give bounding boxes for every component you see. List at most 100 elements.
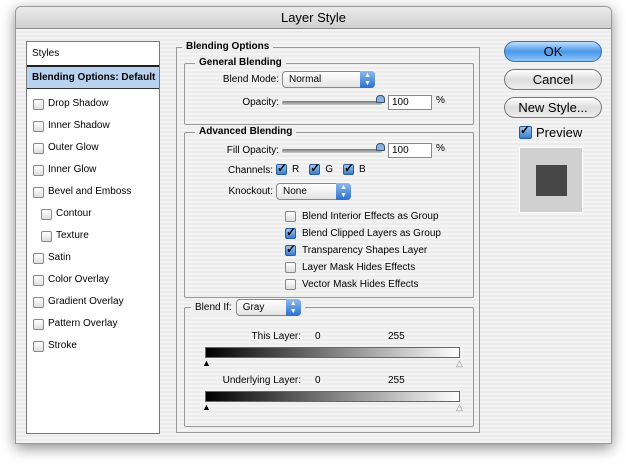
opacity-input[interactable]: 100 (388, 95, 432, 110)
title-bar: Layer Style (16, 7, 611, 29)
channel-checkbox[interactable]: G (309, 161, 334, 175)
sidebar-item[interactable]: Pattern Overlay (27, 313, 159, 335)
this-layer-min: 0 (315, 331, 321, 342)
preview-swatch (519, 147, 583, 213)
advanced-blending-title: Advanced Blending (195, 126, 297, 137)
sidebar-item[interactable]: Inner Shadow (27, 115, 159, 137)
option-label: Layer Mask Hides Effects (302, 261, 416, 273)
percent-label: % (436, 143, 445, 154)
ok-button[interactable]: OK (504, 41, 602, 62)
styles-header[interactable]: Styles (27, 42, 159, 67)
opacity-slider-thumb[interactable] (376, 95, 385, 103)
channel-label: G (325, 164, 334, 175)
checkbox-icon[interactable] (33, 186, 44, 198)
cancel-button[interactable]: Cancel (504, 69, 602, 90)
option-label: Blend Clipped Layers as Group (302, 227, 441, 239)
knockout-select[interactable]: None ▲ ▼ (276, 183, 351, 200)
advanced-option-checkbox[interactable]: Blend Clipped Layers as Group (285, 225, 441, 240)
sidebar-item-label: Outer Glow (48, 142, 99, 153)
sidebar-item-label: Pattern Overlay (48, 318, 118, 329)
sidebar-item[interactable]: Texture (27, 225, 159, 247)
channel-checkbox[interactable]: R (276, 161, 299, 175)
sidebar-item[interactable]: Satin (27, 247, 159, 269)
channels-group: RGB (276, 161, 366, 175)
underlying-layer-gradient (205, 391, 460, 402)
checkbox-checked-icon (343, 161, 354, 175)
sidebar-item[interactable]: Gradient Overlay (27, 291, 159, 313)
preview-checkbox[interactable]: Preview (519, 123, 582, 140)
opacity-label: Opacity: (242, 97, 279, 108)
checkbox-icon[interactable] (33, 164, 44, 176)
checkbox-icon (285, 225, 296, 239)
checkbox-icon (285, 278, 296, 290)
knockout-label: Knockout: (228, 186, 273, 197)
blend-mode-select[interactable]: Normal ▲ ▼ (282, 71, 375, 88)
fill-opacity-input[interactable]: 100 (388, 143, 432, 158)
sidebar-item-label: Inner Shadow (48, 120, 110, 131)
checkbox-icon[interactable] (33, 98, 44, 110)
blend-if-group: Blend If: Gray ▲ ▼ (184, 299, 474, 427)
popup-arrows-icon: ▲ ▼ (336, 183, 351, 200)
checkbox-icon (285, 210, 296, 222)
advanced-option-checkbox[interactable]: Layer Mask Hides Effects (285, 260, 415, 274)
blend-if-select[interactable]: Gray ▲ ▼ (235, 299, 301, 316)
blend-if-header: Blend If: Gray ▲ ▼ (191, 299, 305, 316)
sidebar-item[interactable]: Inner Glow (27, 159, 159, 181)
sidebar-item[interactable]: Outer Glow (27, 137, 159, 159)
general-blending-title: General Blending (195, 57, 286, 68)
checkbox-icon[interactable] (33, 142, 44, 154)
underlying-max: 255 (388, 375, 405, 386)
sidebar-item-label: Texture (56, 230, 89, 241)
option-label: Transparency Shapes Layer (302, 244, 428, 256)
checkbox-icon[interactable] (33, 252, 44, 264)
sidebar-item-label: Gradient Overlay (48, 296, 124, 307)
checkbox-icon[interactable] (33, 318, 44, 330)
blend-if-label: Blend If: (195, 302, 232, 313)
sidebar-item-label: Bevel and Emboss (48, 186, 132, 197)
checkbox-icon[interactable] (33, 120, 44, 132)
this-layer-white-slider[interactable]: △ (456, 359, 463, 368)
underlying-white-slider[interactable]: △ (456, 403, 463, 412)
fill-opacity-slider-thumb[interactable] (376, 143, 385, 151)
underlying-min: 0 (315, 375, 321, 386)
option-label: Blend Interior Effects as Group (302, 210, 439, 222)
checkbox-icon[interactable] (41, 230, 52, 242)
checkbox-icon[interactable] (33, 274, 44, 286)
sidebar-item[interactable]: Color Overlay (27, 269, 159, 291)
option-label: Vector Mask Hides Effects (302, 278, 419, 290)
advanced-option-checkbox[interactable]: Transparency Shapes Layer (285, 242, 428, 257)
checkbox-icon[interactable] (41, 208, 52, 220)
sidebar-item-label: Inner Glow (48, 164, 97, 175)
this-layer-black-slider[interactable]: ▲ (202, 359, 211, 368)
channel-label: B (359, 164, 366, 175)
underlying-black-slider[interactable]: ▲ (202, 403, 211, 412)
fill-opacity-label: Fill Opacity: (226, 145, 279, 156)
this-layer-max: 255 (388, 331, 405, 342)
checkbox-checked-icon (276, 161, 287, 175)
sidebar-item-label: Contour (56, 208, 92, 219)
checkbox-checked-icon (309, 161, 320, 175)
new-style-button[interactable]: New Style... (504, 97, 602, 118)
styles-list: Styles Blending Options: Default Drop Sh… (26, 41, 160, 434)
sidebar-item-label: Stroke (48, 340, 77, 351)
fill-opacity-slider[interactable] (282, 149, 382, 153)
sidebar-item[interactable]: Stroke (27, 335, 159, 357)
blend-mode-value: Normal (289, 74, 322, 85)
advanced-blending-group: Advanced Blending Fill Opacity: 100 % Ch… (184, 126, 474, 298)
opacity-slider[interactable] (282, 101, 382, 105)
sidebar-item[interactable]: Drop Shadow (27, 93, 159, 115)
popup-arrows-icon: ▲ ▼ (360, 71, 375, 88)
sidebar-item[interactable]: Bevel and Emboss (27, 181, 159, 203)
channel-checkbox[interactable]: B (343, 161, 366, 175)
this-layer-gradient (205, 347, 460, 358)
blend-if-value: Gray (242, 302, 265, 313)
general-blending-group: General Blending Blend Mode: Normal ▲ ▼ Op… (184, 57, 474, 125)
checkbox-icon (285, 242, 296, 256)
checkbox-icon[interactable] (33, 296, 44, 308)
sidebar-item-blending-options[interactable]: Blending Options: Default (27, 67, 159, 89)
checkbox-icon (285, 261, 296, 273)
advanced-option-checkbox[interactable]: Blend Interior Effects as Group (285, 209, 439, 223)
sidebar-item[interactable]: Contour (27, 203, 159, 225)
checkbox-icon[interactable] (33, 340, 44, 352)
advanced-option-checkbox[interactable]: Vector Mask Hides Effects (285, 277, 419, 291)
